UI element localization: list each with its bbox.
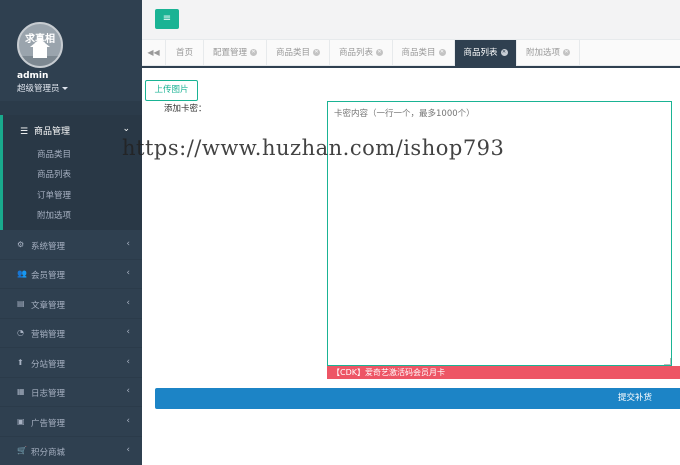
sidebar-item-logs[interactable]: ▦ 日志管理 ‹	[0, 378, 142, 407]
list-icon: ☰	[20, 127, 29, 137]
user-role: 超级管理员	[17, 84, 60, 94]
sidebar-subitem-orders[interactable]: 订单管理	[37, 189, 71, 201]
close-icon[interactable]: ✕	[500, 49, 508, 56]
sidebar-item-label: 分站管理	[31, 360, 66, 370]
sidebar-subitem-list[interactable]: 商品列表	[37, 168, 71, 180]
tab-label: 商品列表	[338, 48, 373, 58]
cart-icon: 🛒	[17, 446, 27, 455]
upload-icon: ⬆	[17, 358, 24, 367]
chevron-down-icon: ⌄	[122, 124, 130, 134]
user-role-dropdown[interactable]: 超级管理员	[17, 82, 68, 94]
chevron-left-icon: ‹	[126, 357, 130, 367]
tab-label: 附加选项	[525, 48, 560, 58]
close-icon[interactable]: ✕	[563, 49, 570, 56]
sidebar-subitem-options[interactable]: 附加选项	[37, 209, 71, 221]
product-name-badge: 【CDK】爱奇艺激活码会员月卡	[327, 366, 680, 379]
add-card-label: 添加卡密：	[164, 104, 207, 114]
upload-image-button[interactable]: 上传图片	[145, 80, 198, 101]
sidebar-item-label: 商品管理	[34, 127, 71, 137]
tab-bar: ◀◀ 首页 配置管理 ✕ 商品类目 ✕ 商品列表 ✕ 商品类目 ✕ 商品列表 ✕ 附加选项…	[142, 40, 680, 66]
tabs-scroll-left-button[interactable]: ◀◀	[142, 40, 166, 66]
sidebar-item-label: 积分商城	[31, 448, 66, 458]
sidebar-item-label: 日志管理	[31, 389, 66, 399]
close-icon[interactable]: ✕	[250, 49, 257, 56]
document-icon: ▤	[17, 299, 25, 308]
textarea-resize-handle[interactable]	[664, 358, 671, 365]
tab-home[interactable]: 首页	[166, 40, 204, 66]
chevron-left-icon: ‹	[126, 386, 130, 396]
sidebar-separator	[0, 101, 142, 115]
watermark-text: https://www.huzhan.com/ishop793	[122, 136, 505, 160]
close-icon[interactable]: ✕	[438, 49, 446, 56]
tab-label: 首页	[175, 48, 193, 58]
gear-icon: ⚙	[17, 240, 25, 249]
tab-label: 商品列表	[463, 48, 498, 58]
chevron-left-icon: ‹	[126, 298, 130, 308]
chevron-left-icon: ‹	[126, 445, 130, 455]
chevron-left-icon: ‹	[126, 268, 130, 278]
sidebar-item-marketing[interactable]: ◔ 营销管理 ‹	[0, 319, 142, 348]
chevron-left-icon: ‹	[126, 416, 130, 426]
sidebar-item-articles[interactable]: ▤ 文章管理 ‹	[0, 290, 142, 319]
sidebar-item-label: 文章管理	[31, 301, 66, 311]
pie-chart-icon: ◔	[17, 328, 24, 337]
tab-config[interactable]: 配置管理 ✕	[204, 40, 267, 66]
caret-down-icon	[61, 87, 68, 90]
avatar[interactable]: 求真相	[17, 22, 63, 68]
hamburger-icon: ≡	[162, 13, 172, 24]
tab-product-category-2[interactable]: 商品类目 ✕	[393, 40, 455, 66]
sidebar-item-label: 会员管理	[31, 271, 66, 281]
double-chevron-left-icon: ◀◀	[147, 48, 160, 57]
sidebar-subitem-category[interactable]: 商品类目	[37, 148, 71, 160]
tab-label: 配置管理	[212, 48, 247, 58]
sidebar-item-label: 营销管理	[31, 330, 66, 340]
sidebar-item-members[interactable]: 👥 会员管理 ‹	[0, 260, 142, 289]
avatar-text: 求真相	[25, 34, 55, 45]
tab-product-list-active[interactable]: 商品列表 ✕	[455, 40, 517, 66]
sidebar-item-ads[interactable]: ▣ 广告管理 ‹	[0, 408, 142, 437]
chevron-left-icon: ‹	[126, 239, 130, 249]
sidebar-item-label: 系统管理	[31, 242, 66, 252]
sidebar-item-points-mall[interactable]: 🛒 积分商城 ‹	[0, 437, 142, 465]
close-icon[interactable]: ✕	[313, 49, 320, 56]
tab-addon-options[interactable]: 附加选项 ✕	[517, 40, 580, 66]
sidebar-item-system[interactable]: ⚙ 系统管理 ‹	[0, 231, 142, 260]
submit-restock-button[interactable]: 提交补货	[155, 388, 680, 409]
tab-label: 商品类目	[275, 48, 310, 58]
image-icon: ▣	[17, 417, 25, 426]
tab-label: 商品类目	[401, 48, 436, 58]
tab-underline	[142, 66, 680, 68]
sidebar-item-label: 广告管理	[31, 419, 66, 429]
users-icon: 👥	[17, 269, 27, 278]
house-icon	[33, 46, 47, 58]
sidebar: 求真相 admin 超级管理员 ☰ 商品管理 ⌄ 商品类目 商品列表 订单管理 附…	[0, 0, 142, 465]
menu-toggle-button[interactable]: ≡	[155, 9, 179, 29]
close-icon[interactable]: ✕	[376, 49, 383, 56]
log-icon: ▦	[17, 387, 25, 396]
sidebar-item-substation[interactable]: ⬆ 分站管理 ‹	[0, 349, 142, 378]
sidebar-menu-product: ☰ 商品管理 ⌄ 商品类目 商品列表 订单管理 附加选项	[0, 115, 142, 230]
tab-product-list[interactable]: 商品列表 ✕	[330, 40, 393, 66]
tab-product-category[interactable]: 商品类目 ✕	[267, 40, 330, 66]
top-bar: ≡	[142, 0, 680, 40]
username: admin	[17, 71, 49, 81]
sidebar-item-product[interactable]: ☰ 商品管理	[20, 124, 70, 137]
chevron-left-icon: ‹	[126, 327, 130, 337]
profile: 求真相 admin 超级管理员	[0, 0, 142, 102]
